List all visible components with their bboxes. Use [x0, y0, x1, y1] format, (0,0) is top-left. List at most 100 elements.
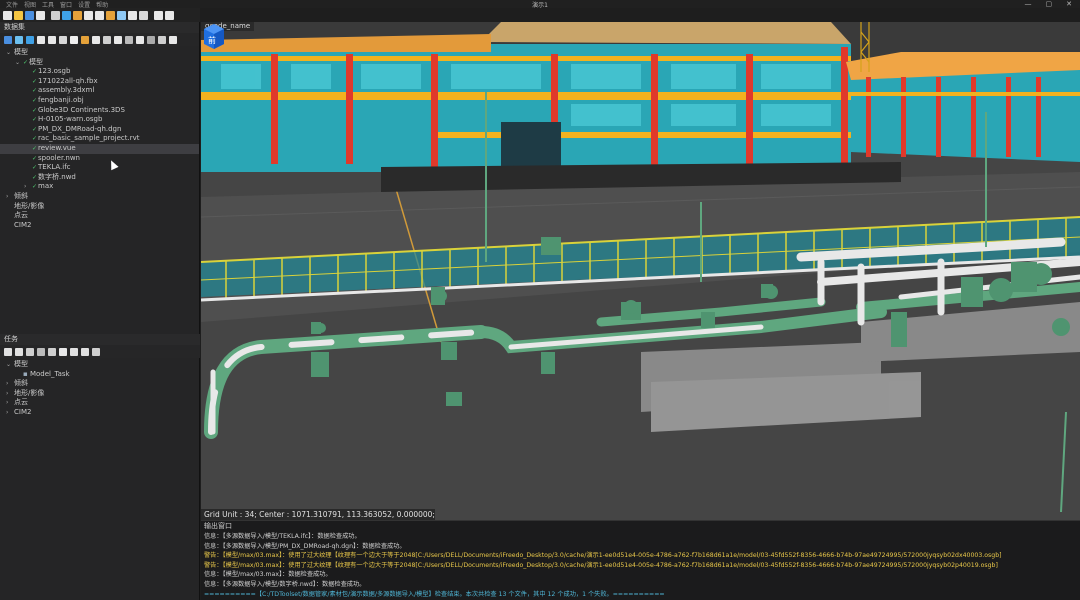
- tree-item[interactable]: › 地形/影像: [0, 389, 200, 399]
- grid-view-icon[interactable]: [92, 347, 100, 356]
- edit-icon[interactable]: [26, 347, 34, 356]
- tree-item[interactable]: › 倾斜: [0, 379, 200, 389]
- scan-icon[interactable]: [81, 35, 89, 44]
- chevron-right-icon[interactable]: ›: [6, 379, 14, 389]
- minimize-button[interactable]: —: [1025, 0, 1032, 8]
- layers-icon[interactable]: [73, 10, 82, 20]
- chevron-down-icon[interactable]: ⌄: [6, 360, 14, 370]
- chevron-right-icon[interactable]: ›: [24, 182, 32, 192]
- refresh-icon[interactable]: [59, 35, 67, 44]
- tree-item-label: H-0105-warn.osgb: [38, 115, 103, 124]
- cloud-icon[interactable]: [136, 35, 144, 44]
- tree-item[interactable]: ✓Globe3D Continents.3DS: [0, 106, 199, 116]
- tree-item[interactable]: ✓171022all-qh.fbx: [0, 77, 199, 87]
- visible-check-icon[interactable]: ✓: [32, 68, 37, 75]
- tree-item[interactable]: ▪ Model_Task: [0, 370, 200, 380]
- visible-check-icon[interactable]: ✓: [32, 135, 37, 142]
- cube-icon[interactable]: [37, 35, 45, 44]
- visible-check-icon[interactable]: ✓: [32, 116, 37, 123]
- close-button[interactable]: ✕: [1066, 0, 1072, 8]
- add-icon[interactable]: [4, 347, 12, 356]
- chart-icon[interactable]: [4, 35, 12, 44]
- image-icon[interactable]: [117, 10, 126, 20]
- tree-item[interactable]: ✓TEKLA.ifc: [0, 163, 199, 173]
- cube-icon[interactable]: [139, 10, 148, 20]
- visible-check-icon[interactable]: ✓: [32, 87, 37, 94]
- log-line: 警告：【模型/max/03.max】：使用了过大纹理【纹理有一个边大于等于204…: [204, 552, 1002, 560]
- building-icon[interactable]: [158, 35, 166, 44]
- scene-render: [201, 22, 1080, 520]
- tree-item[interactable]: ✓rac_basic_sample_project.rvt: [0, 134, 199, 144]
- settings-icon[interactable]: [154, 10, 163, 20]
- chevron-right-icon[interactable]: ›: [6, 398, 14, 408]
- tree-item[interactable]: › ✓max: [0, 182, 199, 192]
- doc-icon[interactable]: [84, 10, 93, 20]
- image-icon[interactable]: [48, 347, 56, 356]
- tree-item[interactable]: ⌄ 模型: [0, 48, 199, 58]
- stack-icon[interactable]: [26, 35, 34, 44]
- image-icon[interactable]: [125, 35, 133, 44]
- visible-check-icon[interactable]: ✓: [32, 78, 37, 85]
- chevron-down-icon[interactable]: ⌄: [15, 58, 23, 68]
- tree-item[interactable]: ✓PM_DX_DMRoad-qh.dgn: [0, 125, 199, 135]
- tree-item[interactable]: ✓H-0105-warn.osgb: [0, 115, 199, 125]
- visible-check-icon[interactable]: ✓: [32, 155, 37, 162]
- maximize-button[interactable]: ▢: [1046, 0, 1053, 8]
- chevron-right-icon[interactable]: ›: [6, 408, 14, 418]
- visible-check-icon[interactable]: ✓: [32, 164, 37, 171]
- globe-icon[interactable]: [62, 10, 71, 20]
- tree-item[interactable]: ✓123.osgb: [0, 67, 199, 77]
- tree-item[interactable]: ⌄ 模型: [0, 360, 200, 370]
- chart-icon[interactable]: [106, 10, 115, 20]
- building-icon[interactable]: [95, 10, 104, 20]
- visible-check-icon[interactable]: ✓: [32, 126, 37, 133]
- tree-item[interactable]: › 倾斜: [0, 192, 199, 202]
- close-icon[interactable]: [36, 10, 45, 20]
- visible-check-icon[interactable]: ✓: [32, 145, 37, 152]
- visible-check-icon[interactable]: ✓: [23, 59, 28, 66]
- tree-item[interactable]: CIM2: [0, 221, 199, 231]
- grid-icon[interactable]: [37, 347, 45, 356]
- visible-check-icon[interactable]: ✓: [32, 107, 37, 114]
- tree-item[interactable]: ✓assembly.3dxml: [0, 86, 199, 96]
- dataset-tree: ⌄ 模型 ⌄ ✓模型 ✓123.osgb ✓171022all-qh.fbx ✓assemb…: [0, 46, 199, 230]
- tree-item[interactable]: ⌄ ✓模型: [0, 58, 199, 68]
- road-icon[interactable]: [147, 35, 155, 44]
- tree-item[interactable]: ✓fengbanji.obj: [0, 96, 199, 106]
- remove-icon[interactable]: [15, 347, 23, 356]
- visible-check-icon[interactable]: ✓: [32, 97, 37, 104]
- nav-cube-icon[interactable]: 前: [201, 22, 227, 50]
- layers-icon[interactable]: [15, 35, 23, 44]
- grid-icon[interactable]: [51, 10, 60, 20]
- log-line: 信息：【模型/max/03.max】：数据检查成功。: [204, 571, 332, 579]
- tree-item[interactable]: › 点云: [0, 398, 200, 408]
- tree-item[interactable]: › CIM2: [0, 408, 200, 418]
- chevron-down-icon[interactable]: ⌄: [6, 48, 14, 58]
- tree-item[interactable]: 点云: [0, 211, 199, 221]
- tree-item[interactable]: ✓spooler.nwn: [0, 154, 199, 164]
- edit-icon[interactable]: [128, 10, 137, 20]
- chevron-right-icon[interactable]: ›: [6, 192, 14, 202]
- tree-item[interactable]: 地形/影像: [0, 202, 199, 212]
- open-icon[interactable]: [14, 10, 23, 20]
- new-icon[interactable]: [3, 10, 12, 20]
- visible-check-icon[interactable]: ✓: [32, 183, 37, 190]
- 3d-viewport[interactable]: geode_name 前 Grid Unit : 34; Center : 10…: [201, 22, 1080, 520]
- sphere-icon[interactable]: [70, 35, 78, 44]
- info-icon[interactable]: [165, 10, 174, 20]
- pin-icon[interactable]: [169, 35, 177, 44]
- tree-item-label: Globe3D Continents.3DS: [38, 105, 125, 114]
- terrain-icon[interactable]: [103, 35, 111, 44]
- grid-icon[interactable]: [114, 35, 122, 44]
- save-icon[interactable]: [25, 10, 34, 20]
- tree-item[interactable]: ✓数字桥.nwd: [0, 173, 199, 183]
- tree-item[interactable]: ✓review.vue: [0, 143, 199, 154]
- log-line: ==========【C:/TDToolset/数据管家/素材包/演示数据/多源…: [204, 590, 665, 598]
- cube-icon[interactable]: [59, 347, 67, 356]
- tag-icon[interactable]: [92, 35, 100, 44]
- settings-icon[interactable]: [81, 347, 89, 356]
- nodes-icon[interactable]: [70, 347, 78, 356]
- globe-icon[interactable]: [48, 35, 56, 44]
- chevron-right-icon[interactable]: ›: [6, 389, 14, 399]
- visible-check-icon[interactable]: ✓: [32, 174, 37, 181]
